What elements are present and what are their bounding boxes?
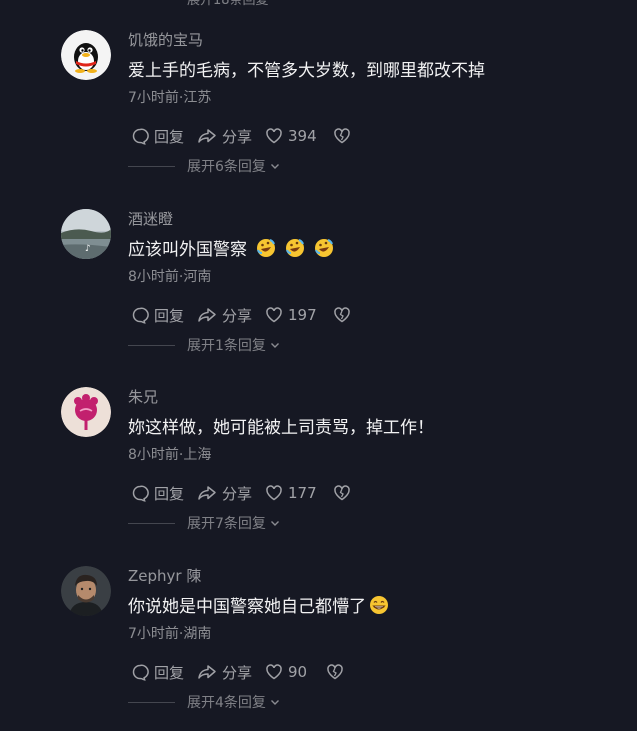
share-icon	[198, 129, 216, 143]
reply-label: 回复	[154, 663, 185, 682]
heart-icon	[266, 485, 282, 501]
share-button[interactable]: 分享	[197, 126, 265, 147]
divider-line	[128, 165, 175, 167]
share-button[interactable]: 分享	[197, 305, 265, 326]
like-count: 90	[288, 663, 308, 681]
like-button[interactable]: 394	[265, 127, 333, 145]
comment-item: 饥饿的宝马 爱上手的毛病，不管多大岁数，到哪里都改不掉 7小时前·江苏 回复 分…	[0, 8, 637, 186]
comment-username[interactable]: 朱兄	[128, 386, 158, 407]
qq-penguin-avatar[interactable]	[61, 30, 111, 80]
grin-emoji-icon	[369, 595, 389, 615]
dislike-button[interactable]	[333, 484, 351, 502]
comment-time-location: 8小时前·河南	[128, 269, 212, 285]
man-portrait-avatar[interactable]	[61, 566, 111, 616]
comment-item: 朱兄 妳这样做，她可能被上司责骂，掉工作！ 8小时前·上海 回复 分享 177 …	[0, 365, 637, 543]
share-label: 分享	[222, 127, 253, 146]
reply-icon	[132, 307, 149, 324]
comment-actions: 回复 分享 90	[131, 662, 344, 682]
divider-line	[128, 522, 175, 524]
share-label: 分享	[222, 306, 253, 325]
reply-button[interactable]: 回复	[131, 662, 197, 683]
top-expand-replies-label[interactable]: 展开18条回复	[187, 0, 269, 8]
comment-text: 应该叫外国警察	[128, 235, 334, 260]
share-button[interactable]: 分享	[197, 483, 265, 504]
expand-replies-button[interactable]: 展开7条回复	[128, 513, 281, 533]
comment-username[interactable]: Zephyr 陳	[128, 565, 201, 586]
landscape-photo-avatar[interactable]: ♪	[61, 209, 111, 259]
rofl-emoji-icon	[285, 238, 305, 258]
broken-heart-icon	[327, 664, 343, 680]
pink-logo-avatar[interactable]	[61, 387, 111, 437]
broken-heart-icon	[334, 485, 350, 501]
dislike-button[interactable]	[326, 663, 344, 681]
reply-icon	[132, 128, 149, 145]
share-icon	[198, 665, 216, 679]
heart-icon	[266, 128, 282, 144]
comment-username[interactable]: 酒迷瞪	[128, 208, 173, 229]
like-button[interactable]: 177	[265, 484, 333, 502]
reply-label: 回复	[154, 127, 185, 146]
dislike-button[interactable]	[333, 306, 351, 324]
expand-replies-label: 展开7条回复	[187, 516, 266, 532]
broken-heart-icon	[334, 307, 350, 323]
chevron-down-icon	[270, 164, 279, 169]
comment-time-location: 7小时前·湖南	[128, 626, 212, 642]
reply-button[interactable]: 回复	[131, 483, 197, 504]
dislike-button[interactable]	[333, 127, 351, 145]
expand-replies-button[interactable]: 展开4条回复	[128, 692, 281, 712]
divider-line	[128, 344, 175, 346]
reply-button[interactable]: 回复	[131, 305, 197, 326]
comment-text-body: 爱上手的毛病，不管多大岁数，到哪里都改不掉	[128, 61, 485, 81]
share-icon	[198, 486, 216, 500]
broken-heart-icon	[334, 128, 350, 144]
comment-time-location: 7小时前·江苏	[128, 90, 212, 106]
rofl-emoji-icon	[256, 238, 276, 258]
heart-icon	[266, 664, 282, 680]
comment-text-body: 你说她是中国警察她自己都懵了	[128, 597, 366, 617]
comment-time-location: 8小时前·上海	[128, 447, 212, 463]
expand-replies-button[interactable]: 展开1条回复	[128, 335, 281, 355]
like-count: 197	[288, 306, 317, 324]
share-label: 分享	[222, 484, 253, 503]
reply-icon	[132, 485, 149, 502]
reply-icon	[132, 664, 149, 681]
expand-replies-label: 展开4条回复	[187, 695, 266, 711]
comment-text-body: 妳这样做，她可能被上司责骂，掉工作！	[128, 418, 434, 438]
comment-text: 你说她是中国警察她自己都懵了	[128, 592, 389, 617]
svg-text:♪: ♪	[85, 244, 91, 254]
comment-actions: 回复 分享 394	[131, 126, 351, 146]
comment-actions: 回复 分享 177	[131, 483, 351, 503]
chevron-down-icon	[270, 343, 279, 348]
expand-replies-label: 展开6条回复	[187, 159, 266, 175]
share-button[interactable]: 分享	[197, 662, 265, 683]
chevron-down-icon	[270, 521, 279, 526]
share-icon	[198, 308, 216, 322]
comment-text-body: 应该叫外国警察	[128, 240, 247, 260]
share-label: 分享	[222, 663, 253, 682]
comment-item: ♪ 酒迷瞪 应该叫外国警察 8小时前·河南 回复 分享 197 展开1条回复	[0, 187, 637, 365]
divider-line	[128, 701, 175, 703]
like-count: 394	[288, 127, 317, 145]
comment-text: 爱上手的毛病，不管多大岁数，到哪里都改不掉	[128, 56, 485, 81]
comment-text: 妳这样做，她可能被上司责骂，掉工作！	[128, 413, 434, 438]
like-count: 177	[288, 484, 317, 502]
comment-username[interactable]: 饥饿的宝马	[128, 29, 203, 50]
chevron-down-icon	[270, 700, 279, 705]
like-button[interactable]: 197	[265, 306, 333, 324]
expand-replies-label: 展开1条回复	[187, 338, 266, 354]
expand-replies-button[interactable]: 展开6条回复	[128, 156, 281, 176]
comment-item: Zephyr 陳 你说她是中国警察她自己都懵了 7小时前·湖南 回复 分享 90…	[0, 544, 637, 722]
comment-actions: 回复 分享 197	[131, 305, 351, 325]
reply-button[interactable]: 回复	[131, 126, 197, 147]
reply-label: 回复	[154, 306, 185, 325]
like-button[interactable]: 90	[265, 663, 326, 681]
reply-label: 回复	[154, 484, 185, 503]
rofl-emoji-icon	[314, 238, 334, 258]
heart-icon	[266, 307, 282, 323]
